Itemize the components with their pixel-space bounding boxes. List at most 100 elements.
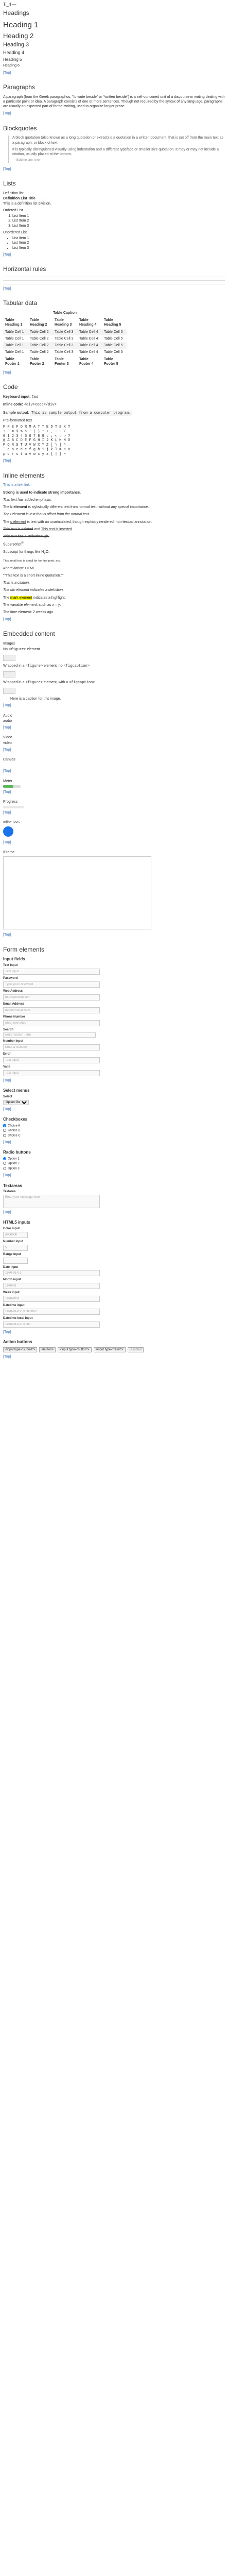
top-link[interactable]: [Top] xyxy=(3,790,225,794)
table-cell: Table Cell 4 xyxy=(77,328,102,335)
datetime-group: Datetime input xyxy=(3,1304,225,1315)
top-link[interactable]: [Top] xyxy=(3,1173,225,1178)
text-input-group: Text Input xyxy=(3,964,225,975)
inline-code-row: Inline code: <div>code</div> xyxy=(3,402,225,408)
top-link[interactable]: [Top] xyxy=(3,167,225,172)
input-button[interactable]: <input type="button"> xyxy=(58,1347,92,1352)
week-label: Week input xyxy=(3,1291,20,1295)
page-title: Ti_rl — xyxy=(3,2,16,7)
radio-button[interactable] xyxy=(3,1166,6,1170)
radio-button[interactable] xyxy=(3,1157,6,1160)
checkbox-row[interactable]: Choice B xyxy=(3,1129,225,1133)
list-item: List Item 1 xyxy=(12,214,225,218)
time-text: The time element: 2 weeks ago xyxy=(3,610,54,614)
definition-description: This is a definition list division. xyxy=(3,201,51,206)
mark-suffix: indicates a highlight. xyxy=(32,596,66,600)
checkbox[interactable] xyxy=(3,1124,6,1127)
image-placeholder xyxy=(3,654,15,661)
error-input[interactable] xyxy=(3,1057,100,1064)
datetime-local-input[interactable] xyxy=(3,1321,100,1328)
color-input[interactable] xyxy=(3,1231,28,1238)
i-element-text: The i element is text that is offset fro… xyxy=(3,513,90,517)
number-input[interactable] xyxy=(3,1044,100,1051)
radio-row[interactable]: Option 3 xyxy=(3,1166,225,1171)
month-input[interactable] xyxy=(3,1283,100,1290)
blockquotes-section: Blockquotes A block quotation (also know… xyxy=(3,125,225,172)
password-input[interactable] xyxy=(3,981,100,988)
table-cell: Table Cell 2 xyxy=(30,350,49,354)
top-link[interactable]: [Top] xyxy=(3,1078,225,1083)
table-cell: Table Cell 1 xyxy=(3,328,28,335)
wrapped-caption-code: <figure> xyxy=(25,680,43,685)
phone-label: Phone Number xyxy=(3,1015,25,1019)
top-link[interactable]: [Top] xyxy=(3,459,225,463)
valid-input[interactable] xyxy=(3,1070,100,1077)
month-group: Month input xyxy=(3,1278,225,1290)
top-link[interactable]: [Top] xyxy=(3,810,225,815)
preformatted-text: P R E F O R M A T T E D T E X T ! " # $ … xyxy=(3,425,71,456)
checkbox-row[interactable]: Choice A xyxy=(3,1124,225,1128)
radio-button[interactable] xyxy=(3,1162,6,1165)
iframe-frame[interactable] xyxy=(3,856,151,930)
reset-button[interactable]: <input type="reset"> xyxy=(93,1347,126,1352)
top-link[interactable]: [Top] xyxy=(3,1140,225,1145)
top-link[interactable]: [Top] xyxy=(3,725,225,730)
inline-section: Inline elements This is a text link. Str… xyxy=(3,472,225,622)
top-link[interactable]: [Top] xyxy=(3,111,225,116)
radio-row[interactable]: Option 1 xyxy=(3,1157,225,1161)
date-input[interactable] xyxy=(3,1270,100,1277)
top-link[interactable]: [Top] xyxy=(3,286,225,291)
top-link[interactable]: [Top] xyxy=(3,1107,225,1112)
table-cell: Table Cell 4 xyxy=(79,350,98,354)
valid-label: Valid xyxy=(3,1065,11,1069)
week-input[interactable] xyxy=(3,1296,100,1302)
no-figure-suffix: element xyxy=(26,647,40,651)
phone-input[interactable] xyxy=(3,1020,100,1026)
submit-button[interactable]: <input type="submit"> xyxy=(3,1347,38,1352)
search-input[interactable] xyxy=(3,1032,96,1038)
generic-button[interactable]: <button> xyxy=(39,1347,56,1352)
table-cell: Table Cell 3 xyxy=(52,342,77,349)
message-textarea[interactable] xyxy=(3,1195,100,1209)
inline-code-label: Inline code: xyxy=(3,403,23,407)
table-cell: Table Cell 1 xyxy=(3,342,28,349)
u-suffix: is text with an unarticulated, though ex… xyxy=(26,520,152,524)
progress-bar xyxy=(3,806,24,809)
color-input-group: Color input xyxy=(3,1227,225,1238)
subscript-end: O. xyxy=(45,550,50,554)
checkbox-row[interactable]: Choice C xyxy=(3,1133,225,1138)
top-link[interactable]: [Top] xyxy=(3,840,225,845)
top-link[interactable]: [Top] xyxy=(3,1354,225,1359)
top-link[interactable]: [Top] xyxy=(3,769,225,773)
wrapped-figure-row: Wrapped in a <figure> element, no <figca… xyxy=(3,664,225,669)
top-link[interactable]: [Top] xyxy=(3,748,225,752)
checkbox[interactable] xyxy=(3,1133,6,1137)
text-link[interactable]: This is a text link. xyxy=(3,483,31,487)
wrapped-caption-row: Wrapped in a <figure> element, with a <f… xyxy=(3,680,225,685)
select-menu[interactable]: Option One xyxy=(3,1099,29,1105)
number5-input[interactable] xyxy=(3,1244,28,1251)
datetime-input[interactable] xyxy=(3,1309,100,1315)
email-field[interactable] xyxy=(3,1007,100,1013)
wrapped-prefix: Wrapped in a xyxy=(3,664,26,668)
table-row: Table Cell 1 Table Cell 2 Table Cell 3 T… xyxy=(3,335,127,342)
top-link[interactable]: [Top] xyxy=(3,71,225,75)
top-link[interactable]: [Top] xyxy=(3,252,225,257)
list-item: List Item 2 xyxy=(12,241,225,245)
date-group: Date input xyxy=(3,1266,225,1277)
range-input[interactable] xyxy=(3,1257,28,1264)
disabled-button[interactable]: Disabled xyxy=(127,1347,144,1352)
top-link[interactable]: [Top] xyxy=(3,1210,225,1215)
top-link[interactable]: [Top] xyxy=(3,370,225,375)
checkbox[interactable] xyxy=(3,1129,6,1132)
table-header-cell: Table Heading 1 xyxy=(5,318,23,327)
web-address-group: Web Address xyxy=(3,990,225,1001)
checkbox-legend: Checkboxes xyxy=(3,1117,28,1122)
top-link[interactable]: [Top] xyxy=(3,617,225,622)
radio-row[interactable]: Option 2 xyxy=(3,1162,225,1166)
top-link[interactable]: [Top] xyxy=(3,933,225,937)
web-address-input[interactable] xyxy=(3,994,100,1001)
text-input[interactable] xyxy=(3,968,100,975)
top-link[interactable]: [Top] xyxy=(3,1330,225,1334)
top-link[interactable]: [Top] xyxy=(3,703,225,708)
